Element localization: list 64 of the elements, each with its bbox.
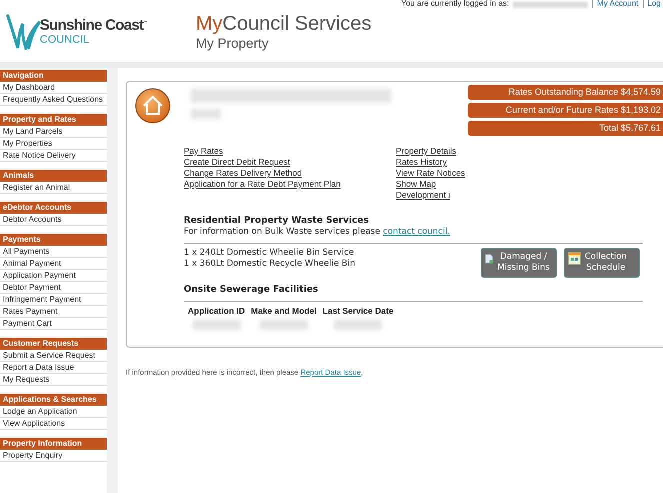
sidebar-heading: Navigation bbox=[0, 70, 107, 82]
sidebar-item[interactable]: All Payments bbox=[0, 246, 107, 258]
section-heading: Onsite Sewerage Facilities bbox=[184, 284, 320, 296]
sidebar-item[interactable]: Debtor Accounts bbox=[0, 214, 107, 226]
balance-bar: Rates Outstanding Balance $4,574.59 bbox=[468, 85, 663, 100]
redacted-value bbox=[334, 320, 382, 330]
sidebar-item[interactable]: Submit a Service Request bbox=[0, 350, 107, 362]
sidebar-heading: Animals bbox=[0, 170, 107, 182]
service-text: 1 x 240Lt Domestic Wheelie Bin Service bbox=[184, 248, 356, 259]
waste-button[interactable]: Damaged / Missing Bins bbox=[481, 248, 557, 278]
redacted-value bbox=[260, 320, 308, 330]
sidebar-item[interactable]: Rates Payment bbox=[0, 306, 107, 318]
document-icon bbox=[485, 252, 494, 266]
sidebar-item[interactable]: Debtor Payment bbox=[0, 282, 107, 294]
sidebar-item[interactable]: Infringement Payment bbox=[0, 294, 107, 306]
sidebar-item[interactable]: My Dashboard bbox=[0, 82, 107, 94]
account-link[interactable]: Log bbox=[648, 0, 661, 8]
column-header: Application ID bbox=[188, 306, 246, 316]
sidebar-item[interactable]: Payment Cart bbox=[0, 318, 107, 330]
sidebar-heading: Applications & Searches bbox=[0, 394, 107, 406]
sidebar-heading: Property Information bbox=[0, 438, 107, 450]
action-link[interactable]: Rates History bbox=[396, 157, 448, 168]
sidebar-item[interactable]: My Land Parcels bbox=[0, 126, 107, 138]
sidebar-heading: Payments bbox=[0, 234, 107, 246]
section-heading: Residential Property Waste Services bbox=[184, 215, 370, 227]
service-text: 1 x 360Lt Domestic Recycle Wheelie Bin bbox=[184, 259, 356, 270]
column-header: Last Service Date bbox=[322, 306, 394, 316]
balance-bar: Current and/or Future Rates $1,193.02 bbox=[468, 103, 663, 118]
sidebar-item[interactable]: Frequently Asked Questions bbox=[0, 94, 107, 106]
sidebar-item[interactable]: My Properties bbox=[0, 138, 107, 150]
house-icon bbox=[135, 88, 171, 124]
column-header: Make and Model bbox=[251, 306, 317, 316]
action-link[interactable]: Create Direct Debit Request bbox=[184, 157, 290, 168]
site-title: MyCouncil Services bbox=[196, 12, 372, 36]
sidebar-heading: eDebtor Accounts bbox=[0, 202, 107, 214]
contact-link[interactable]: contact council. bbox=[383, 227, 450, 237]
action-link[interactable]: Development i bbox=[396, 190, 450, 201]
sidebar-item[interactable]: View Applications bbox=[0, 418, 107, 430]
action-link[interactable]: Application for a Rate Debt Payment Plan bbox=[184, 179, 341, 190]
sidebar-item[interactable]: Property Enquiry bbox=[0, 450, 107, 462]
action-link[interactable]: Change Rates Delivery Method bbox=[184, 168, 302, 179]
info-text: For information on Bulk Waste services please contact council. bbox=[184, 227, 452, 238]
sidebar-item[interactable]: My Requests bbox=[0, 374, 107, 386]
waste-button[interactable]: Collection Schedule bbox=[564, 248, 640, 278]
action-link[interactable]: View Rate Notices bbox=[396, 168, 466, 179]
page-subtitle: My Property bbox=[196, 36, 270, 52]
sidebar-heading: Customer Requests bbox=[0, 338, 107, 350]
redacted-address bbox=[191, 109, 221, 119]
calendar-icon bbox=[568, 252, 581, 265]
redacted-value bbox=[192, 320, 241, 330]
sidebar-item[interactable]: Animal Payment bbox=[0, 258, 107, 270]
action-link[interactable]: Show Map bbox=[396, 179, 436, 190]
sidebar-item[interactable]: Report a Data Issue bbox=[0, 362, 107, 374]
sidebar-item[interactable]: Application Payment bbox=[0, 270, 107, 282]
logo-subtitle: COUNCIL bbox=[40, 34, 91, 46]
sidebar-heading: Property and Rates bbox=[0, 114, 107, 126]
account-link[interactable]: My Account bbox=[597, 0, 639, 8]
action-link[interactable]: Property Details bbox=[396, 146, 456, 157]
sidebar-item[interactable]: Rate Notice Delivery bbox=[0, 150, 107, 162]
action-link[interactable]: Pay Rates bbox=[184, 146, 224, 157]
balance-bar: Total $5,767.61 bbox=[468, 121, 663, 136]
sidebar-item[interactable]: Register an Animal bbox=[0, 182, 107, 194]
sidebar-item[interactable]: Lodge an Application bbox=[0, 406, 107, 418]
login-status: You are currently logged in as: bbox=[402, 0, 510, 8]
